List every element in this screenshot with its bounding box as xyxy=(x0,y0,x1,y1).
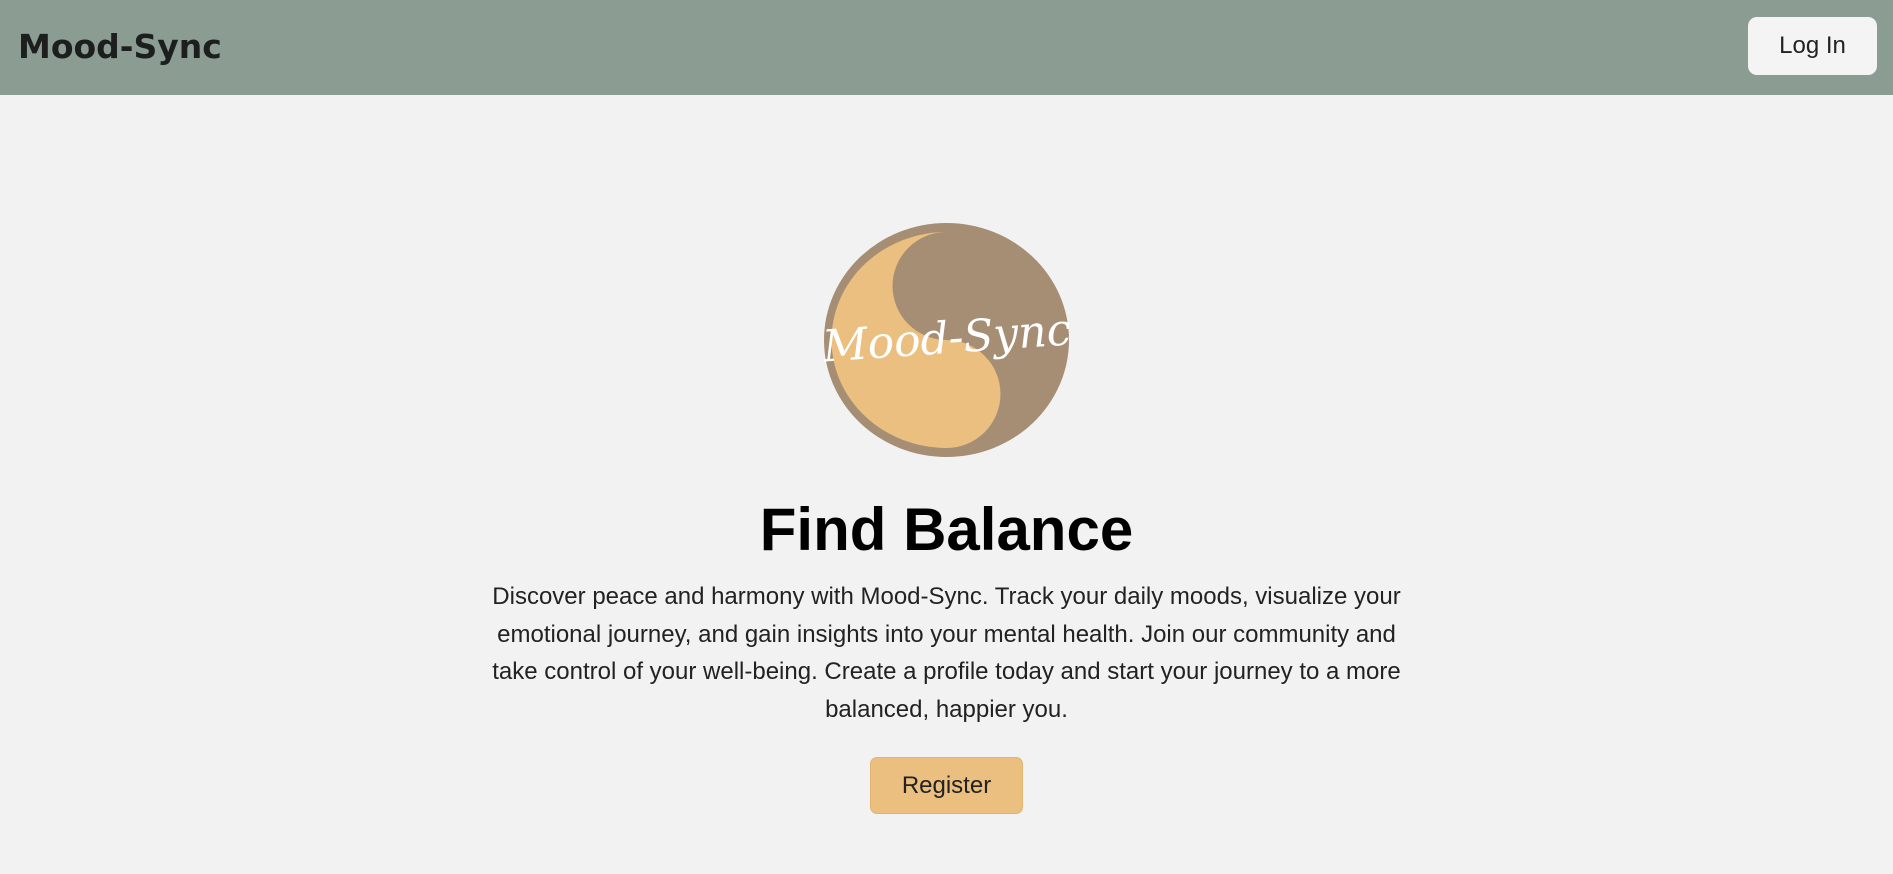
yin-yang-logo: Mood-Sync xyxy=(824,223,1069,457)
login-button[interactable]: Log In xyxy=(1748,17,1877,75)
register-button[interactable]: Register xyxy=(870,757,1023,814)
brand-name[interactable]: Mood-Sync xyxy=(18,27,222,67)
page-title: Find Balance xyxy=(759,496,1134,563)
navbar: Mood-Sync Log In xyxy=(0,0,1893,95)
hero-description: Discover peace and harmony with Mood-Syn… xyxy=(492,583,1401,723)
